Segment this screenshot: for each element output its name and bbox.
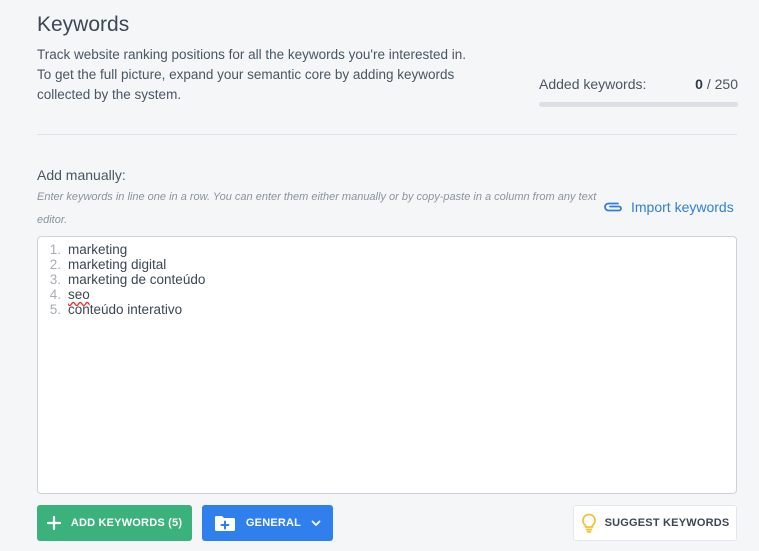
keyword-text: conteúdo interativo bbox=[68, 302, 183, 317]
counter-max: 250 bbox=[714, 76, 738, 92]
group-label: GENERAL bbox=[245, 517, 302, 529]
description-line: Track website ranking positions for all … bbox=[37, 47, 467, 62]
keyword-line: 1. marketing bbox=[38, 242, 736, 257]
line-number: 5. bbox=[49, 302, 61, 317]
keywords-progress-bar bbox=[539, 102, 738, 107]
paperclip-icon bbox=[603, 201, 625, 213]
counter-current: 0 bbox=[695, 76, 703, 92]
keyword-text: marketing bbox=[68, 242, 128, 257]
line-number: 3. bbox=[49, 272, 61, 287]
line-number: 2. bbox=[49, 257, 61, 272]
page-description: Track website ranking positions for all … bbox=[37, 45, 507, 105]
import-keywords-label: Import keywords bbox=[631, 199, 734, 215]
line-number: 4. bbox=[49, 287, 61, 302]
import-keywords-link[interactable]: Import keywords bbox=[603, 199, 734, 215]
description-line: collected by the system. bbox=[37, 87, 182, 102]
add-manually-label: Add manually: bbox=[37, 167, 126, 183]
keyword-text: marketing digital bbox=[68, 257, 167, 272]
keyword-line: 3. marketing de conteúdo bbox=[38, 272, 736, 287]
keywords-textarea[interactable]: 1. marketing 2. marketing digital 3. mar… bbox=[37, 236, 737, 494]
keywords-counter: Added keywords: 0 / 250 bbox=[539, 76, 738, 107]
lightbulb-icon bbox=[581, 513, 597, 533]
description-line: To get the full picture, expand your sem… bbox=[37, 67, 455, 82]
add-keywords-label: ADD KEYWORDS (5) bbox=[70, 517, 183, 529]
suggest-keywords-button[interactable]: SUGGEST KEYWORDS bbox=[573, 505, 737, 541]
keyword-line: 5. conteúdo interativo bbox=[38, 302, 736, 317]
section-divider bbox=[37, 134, 737, 135]
plus-icon bbox=[46, 516, 61, 530]
chevron-down-icon bbox=[311, 520, 321, 527]
page-title: Keywords bbox=[37, 13, 130, 36]
counter-label: Added keywords: bbox=[539, 76, 647, 92]
keyword-line: 2. marketing digital bbox=[38, 257, 736, 272]
counter-separator: / bbox=[706, 76, 711, 92]
keyword-line: 4. seo bbox=[38, 287, 736, 302]
add-manually-hint: Enter keywords in line one in a row. You… bbox=[37, 191, 597, 226]
counter-value: 0 / 250 bbox=[695, 76, 738, 92]
keyword-text-misspelled: seo bbox=[68, 287, 90, 302]
suggest-keywords-label: SUGGEST KEYWORDS bbox=[604, 517, 730, 529]
folder-plus-icon bbox=[214, 515, 236, 532]
add-keywords-button[interactable]: ADD KEYWORDS (5) bbox=[37, 505, 192, 541]
keyword-text: marketing de conteúdo bbox=[68, 272, 206, 287]
keyword-group-dropdown[interactable]: GENERAL bbox=[202, 505, 333, 541]
line-number: 1. bbox=[49, 242, 61, 257]
